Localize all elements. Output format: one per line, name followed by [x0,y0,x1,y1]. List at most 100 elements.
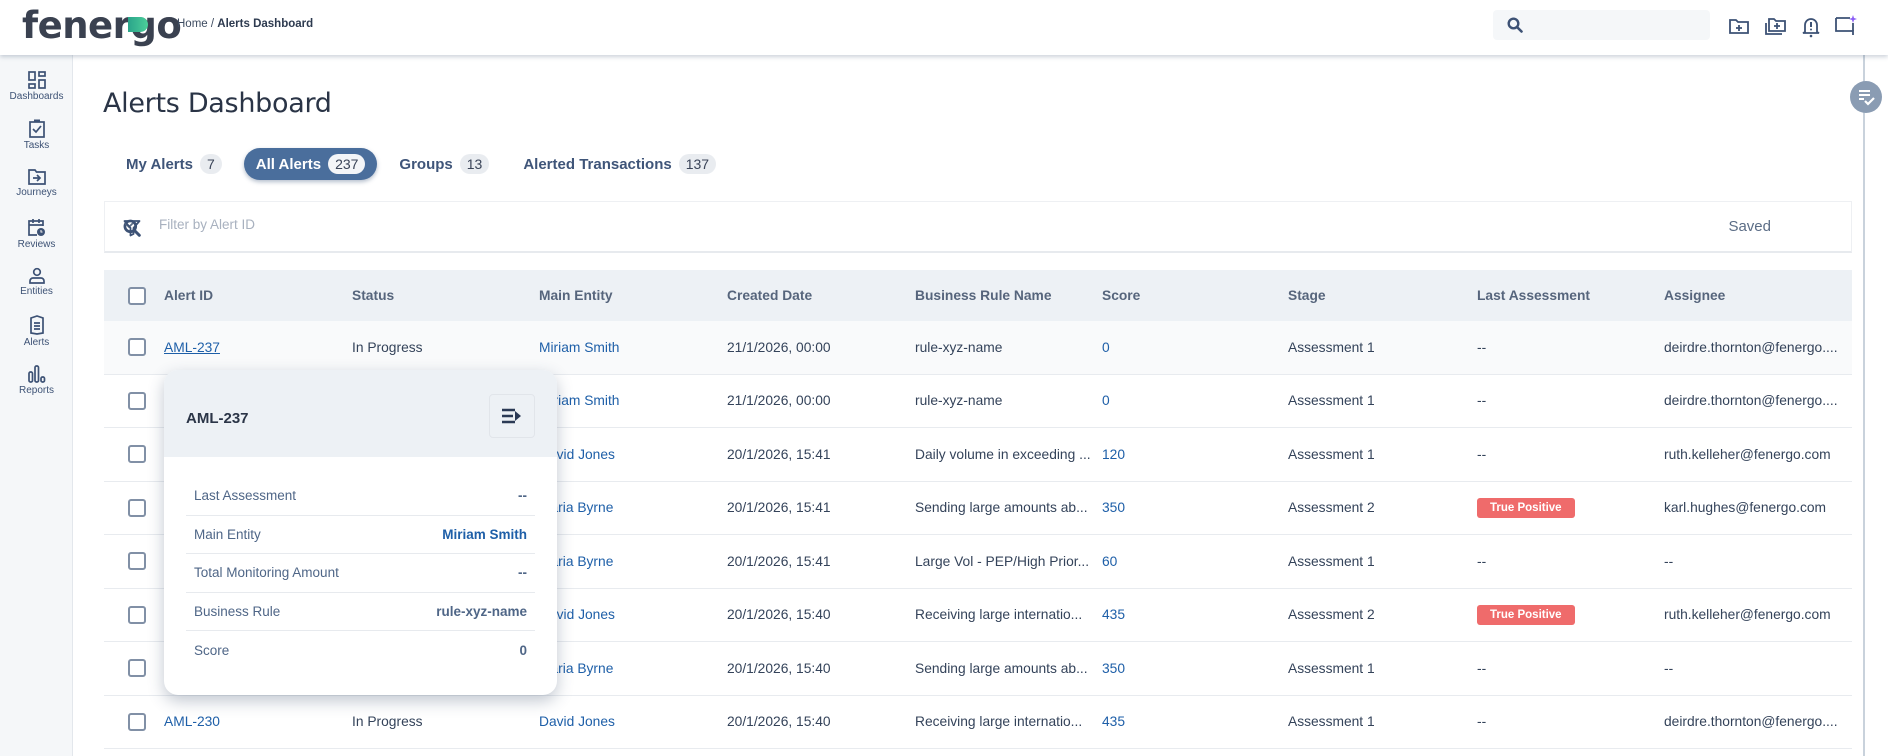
cell-score: 60 [1102,553,1118,569]
filter-icon[interactable] [123,219,141,237]
tab-count: 237 [328,154,366,174]
tab-count: 13 [459,154,490,174]
bar-chart-icon [27,365,45,383]
column-header-alert-id[interactable]: Alert ID [164,270,213,321]
breadcrumb-home[interactable]: Home [177,18,208,30]
cell-assignee: -- [1664,660,1674,676]
cell-stage: Assessment 1 [1288,553,1375,569]
cell-assignee: karl.hughes@fenergo.com [1664,500,1827,516]
global-search-input[interactable] [1493,10,1710,40]
column-header-business-rule-name[interactable]: Business Rule Name [915,270,1052,321]
saved-filters-dropdown[interactable]: Saved [1728,218,1771,235]
cell-alert-id[interactable]: AML-230 [164,696,220,749]
cell-score: 435 [1102,607,1126,623]
row-checkbox[interactable] [128,445,146,464]
cell-business-rule-name: Sending large amounts ab... [915,500,1088,516]
tab-groups[interactable]: Groups 13 [387,148,501,180]
sidebar: Dashboards Tasks Journeys Reviews Entiti… [0,55,73,756]
row-checkbox[interactable] [128,605,146,624]
cell-main-entity[interactable]: David Jones [539,696,615,749]
open-alert-button[interactable] [489,394,535,438]
alert-id-filter-input[interactable] [159,217,559,232]
popup-field-label: Last Assessment [194,488,297,504]
folders-add-icon[interactable] [1764,14,1788,38]
cell-stage: Assessment 1 [1288,660,1375,676]
sidebar-item-label: Journeys [16,187,57,198]
tab-count: 137 [678,154,717,174]
sidebar-item-journeys[interactable]: Journeys [0,168,73,198]
column-header-assignee[interactable]: Assignee [1664,270,1725,321]
task-panel-toggle-button[interactable] [1850,81,1882,113]
breadcrumb-separator: / [207,18,218,30]
side-panel-divider [1863,55,1865,756]
cell-created-date: 20/1/2026, 15:41 [727,446,831,462]
popup-title: AML-237 [186,410,249,427]
fenergo-logo[interactable]: fenergo [22,4,182,47]
document-list-icon [29,315,44,335]
open-details-arrow-icon [502,408,521,424]
sidebar-item-reviews[interactable]: Reviews [0,218,73,250]
cell-last-assessment: True Positive [1477,589,1575,642]
cell-stage: Assessment 2 [1288,607,1375,623]
cell-last-assessment: -- [1477,339,1487,355]
tab-label: Groups [399,155,453,173]
ai-chat-icon[interactable] [1833,14,1857,38]
cell-stage: Assessment 1 [1288,393,1375,409]
tab-my-alerts[interactable]: My Alerts 7 [114,148,234,180]
popup-field-value[interactable]: Miriam Smith [442,527,527,542]
sidebar-item-entities[interactable]: Entities [0,267,73,297]
cell-status: In Progress [352,714,423,730]
alert-bell-icon[interactable] [1799,14,1823,38]
popup-field-value: -- [518,488,527,504]
filter-bar: Saved [104,201,1852,253]
row-checkbox[interactable] [128,498,146,517]
logo-mark [128,17,148,32]
sidebar-item-tasks[interactable]: Tasks [0,119,73,151]
cell-business-rule-name: Receiving large internatio... [915,714,1083,730]
table-row[interactable]: AML-230 In Progress David Jones 20/1/2026, … [104,695,1852,749]
cell-alert-id[interactable]: AML-237 [164,321,220,374]
cell-score: 350 [1102,660,1126,676]
cell-score: 435 [1102,714,1126,730]
column-header-last-assessment[interactable]: Last Assessment [1477,270,1590,321]
sidebar-item-alerts[interactable]: Alerts [0,315,73,348]
row-checkbox[interactable] [128,552,146,571]
popup-field: Score 0 [186,631,535,670]
sidebar-item-dashboards[interactable]: Dashboards [0,71,73,102]
column-header-status[interactable]: Status [352,270,394,321]
table-row[interactable]: AML-237 In Progress Miriam Smith 21/1/2026,… [104,321,1852,375]
cell-main-entity[interactable]: Miriam Smith [539,321,619,374]
cell-created-date: 21/1/2026, 00:00 [727,339,831,355]
cell-created-date: 20/1/2026, 15:40 [727,714,831,730]
cell-last-assessment: -- [1477,714,1487,730]
calendar-clock-icon [27,219,45,236]
column-header-stage[interactable]: Stage [1288,270,1326,321]
column-header-created-date[interactable]: Created Date [727,270,812,321]
tab-all-alerts[interactable]: All Alerts 237 [243,148,378,180]
row-checkbox[interactable] [128,659,146,678]
popup-field-label: Main Entity [194,526,261,542]
popup-header: AML-237 [164,370,557,457]
new-folder-icon[interactable] [1727,14,1751,38]
sidebar-item-label: Entities [20,286,53,297]
cell-business-rule-name: Daily volume in exceeding ... [915,446,1091,462]
row-checkbox[interactable] [128,391,146,410]
row-checkbox[interactable] [128,338,146,357]
cell-assignee: ruth.kelleher@fenergo.com [1664,446,1831,462]
task-check-icon [28,119,45,138]
cell-score: 0 [1102,339,1110,355]
tab-alerted-transactions[interactable]: Alerted Transactions 137 [511,148,728,180]
row-checkbox[interactable] [128,712,146,731]
column-header-score[interactable]: Score [1102,270,1140,321]
select-all-checkbox[interactable] [128,286,146,305]
popup-field-label: Score [194,642,230,658]
cell-stage: Assessment 1 [1288,714,1375,730]
sidebar-item-reports[interactable]: Reports [0,365,73,396]
person-icon [28,267,45,284]
column-header-main-entity[interactable]: Main Entity [539,270,613,321]
sidebar-item-label: Tasks [23,140,50,151]
cell-score: 120 [1102,446,1126,462]
cell-business-rule-name: rule-xyz-name [915,393,1003,409]
popup-field: Total Monitoring Amount -- [186,554,535,593]
cell-assignee: deirdre.thornton@fenergo.... [1664,339,1838,355]
